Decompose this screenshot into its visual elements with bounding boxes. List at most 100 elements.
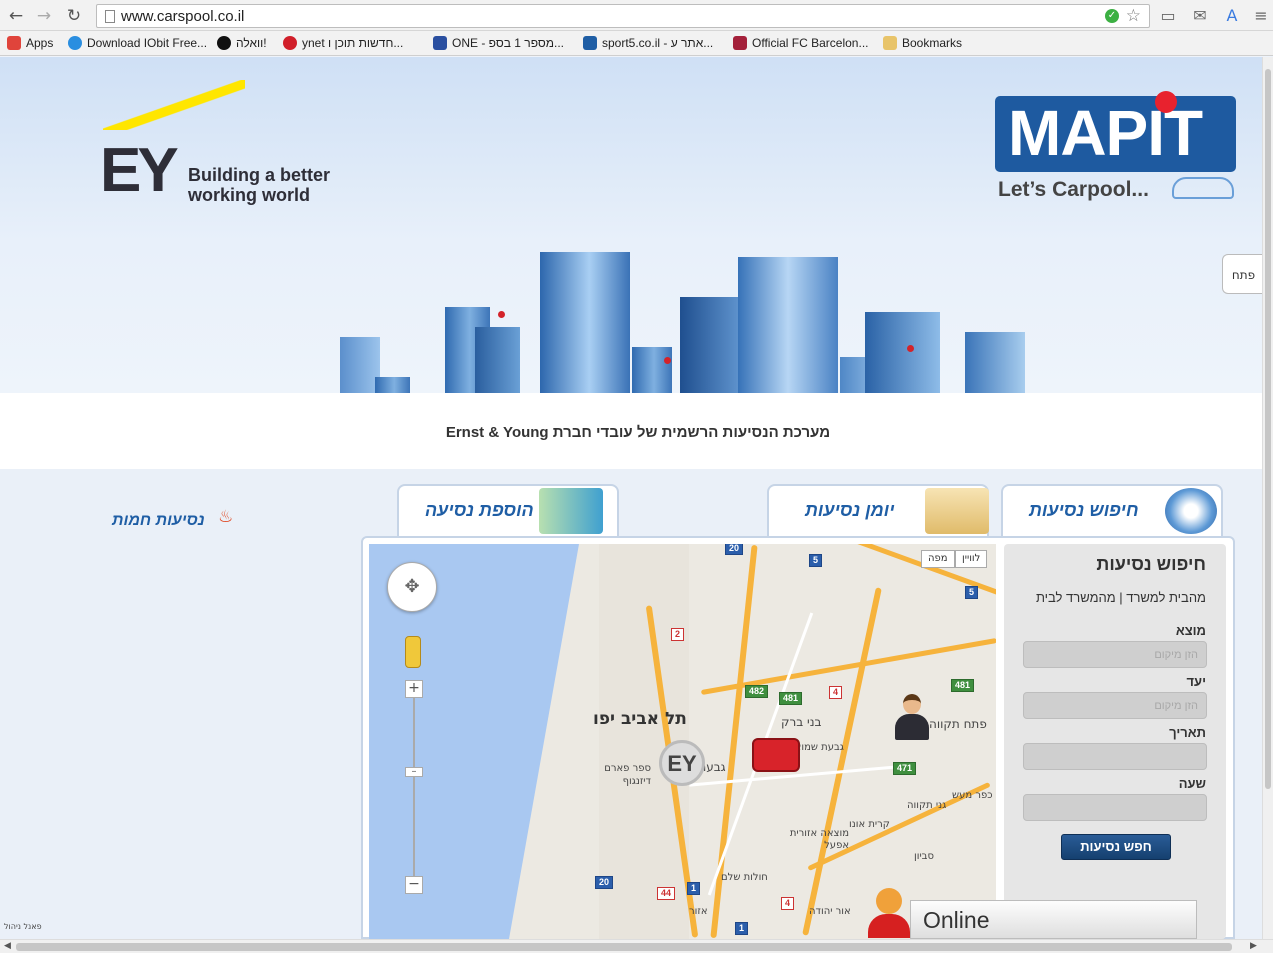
road-shield: 5 [809,554,823,567]
bookmark-folder[interactable]: Bookmarks [883,36,962,50]
road-shield: 2 [671,628,685,641]
origin-label: מוצא [1175,623,1206,638]
hot-rides-link[interactable]: נסיעות חמות [112,512,205,530]
map-type-satellite-button[interactable]: לוויין [955,550,988,568]
tab-search-rides[interactable]: חיפוש נסיעות [1001,484,1223,538]
bookmark-label: sport5.co.il - אתר ע... [602,36,714,50]
zoom-out-button[interactable]: − [405,876,423,894]
destination-label: יעד [1186,674,1206,689]
horizontal-scroll-thumb[interactable] [16,943,1232,951]
ey-tagline: Building a better working world [188,165,330,205]
one-icon [433,36,447,50]
map-type-map-button[interactable]: מפה [921,550,955,568]
forward-arrow-icon[interactable]: → [34,6,54,26]
iobit-icon [68,36,82,50]
time-input[interactable] [1023,794,1207,821]
city-skyline-illustration [120,247,1160,393]
origin-input[interactable] [1023,641,1207,668]
page-icon [105,10,115,23]
road-shield: 20 [725,544,744,555]
ey-tagline-line1: Building a better [188,165,331,185]
compass-icon [1165,488,1217,534]
city-label: סביון [914,851,934,862]
horizontal-scrollbar[interactable]: ◀ ▶ [0,939,1273,953]
tab-ride-journal-label: יומן נסיעות [805,500,895,520]
tab-add-ride[interactable]: הוספת נסיעה [397,484,619,536]
date-label: תאריך [1169,725,1206,740]
vertical-scroll-thumb[interactable] [1265,69,1271,789]
flame-icon: ♨ [218,507,234,527]
bookmark-label: ynet חדשות תוכן ו... [302,36,404,50]
direction-toggle-links[interactable]: מהבית למשרד | מהמשרד לבית [1036,590,1206,605]
map-pin-icon [1155,91,1177,113]
time-label: שעה [1178,776,1206,791]
zoom-slider-handle[interactable]: – [405,767,423,777]
street-view-pegman-icon[interactable] [405,636,421,668]
road-shield: 20 [595,876,614,889]
road-shield: 481 [779,692,803,705]
city-label: פתח תקווה [929,717,987,731]
cast-icon[interactable]: ▭ [1157,6,1179,25]
zoom-slider-track[interactable] [413,684,415,892]
bookmark-label: Bookmarks [902,36,963,50]
road-shield: 1 [735,922,749,935]
city-label: תל אביב יפו [593,709,687,729]
bookmark-label: Official FC Barcelon... [752,36,869,50]
zoom-in-button[interactable]: + [405,680,423,698]
road-shield: 1 [687,882,701,895]
poi-label: ספר פארם דיזנגוף [604,763,651,787]
bookmarks-bar: Apps Download IObit Free... וואלה! ynet … [0,31,1273,56]
tab-ride-journal[interactable]: יומן נסיעות [767,484,989,536]
destination-input[interactable] [1023,692,1207,719]
open-side-panel-tab[interactable]: פתח [1222,254,1264,294]
map-thumbnail-icon [539,488,603,534]
bookmark-label: ONE - מספר 1 בספ... [452,36,565,50]
admin-panel-link[interactable]: פאנל ניהול [4,922,42,931]
translate-icon[interactable]: A [1221,6,1243,25]
search-form-title: חיפוש נסיעות [1096,554,1206,574]
address-bar[interactable]: www.carspool.co.il ✓ ☆ [96,4,1150,28]
site-subtitle: מערכת הנסיעות הרשמית של עובדי חברת Ernst… [445,424,831,441]
vertical-scrollbar[interactable] [1262,57,1273,939]
bookmark-label: Apps [26,36,54,50]
notebook-pen-icon [925,488,989,534]
road-shield: 44 [657,887,676,900]
road-shield: 471 [893,762,917,775]
ynet-icon [283,36,297,50]
bookmark-apps[interactable]: Apps [7,36,53,50]
mail-icon[interactable]: ✉ [1189,6,1211,25]
city-label: אזור [689,906,708,917]
online-chat-bar[interactable]: Online [910,900,1197,939]
bookmark-sport5[interactable]: sport5.co.il - אתר ע... [583,36,713,50]
tab-add-ride-label: הוספת נסיעה [425,500,534,520]
fcb-crest-icon [733,36,747,50]
bookmark-fcb[interactable]: Official FC Barcelon... [733,36,868,50]
verified-icon: ✓ [1105,9,1119,23]
walla-icon [217,36,231,50]
ey-logo: EY [100,136,179,205]
sport5-icon [583,36,597,50]
menu-icon[interactable]: ≡ [1250,6,1272,25]
scroll-left-arrow-icon[interactable]: ◀ [4,941,11,951]
date-input[interactable] [1023,743,1207,770]
bookmark-iobit[interactable]: Download IObit Free... [68,36,207,50]
reload-icon[interactable]: ↻ [64,6,84,26]
map-view[interactable]: תל אביב יפו בני ברק גבעתיים פתח תקווה גב… [369,544,996,939]
bookmark-ynet[interactable]: ynet חדשות תוכן ו... [283,36,403,50]
ey-office-marker[interactable]: EY [659,740,705,786]
bus-marker-icon[interactable] [752,738,800,772]
city-label: חולות שלם [721,872,768,883]
bookmark-one[interactable]: ONE - מספר 1 בספ... [433,36,564,50]
folder-icon [883,36,897,50]
support-agent-icon[interactable] [866,886,912,938]
tab-search-rides-label: חיפוש נסיעות [1029,500,1139,520]
scroll-right-arrow-icon[interactable]: ▶ [1250,941,1257,951]
bookmark-walla[interactable]: וואלה! [217,36,267,50]
search-rides-button[interactable]: חפש נסיעות [1061,834,1171,860]
person-marker-icon[interactable] [892,692,932,742]
bookmark-label: Download IObit Free... [87,36,208,50]
map-pan-control[interactable]: ✥ [387,562,437,612]
road-shield: 482 [745,685,769,698]
back-arrow-icon[interactable]: ← [6,6,26,26]
bookmark-star-icon[interactable]: ☆ [1126,6,1141,26]
